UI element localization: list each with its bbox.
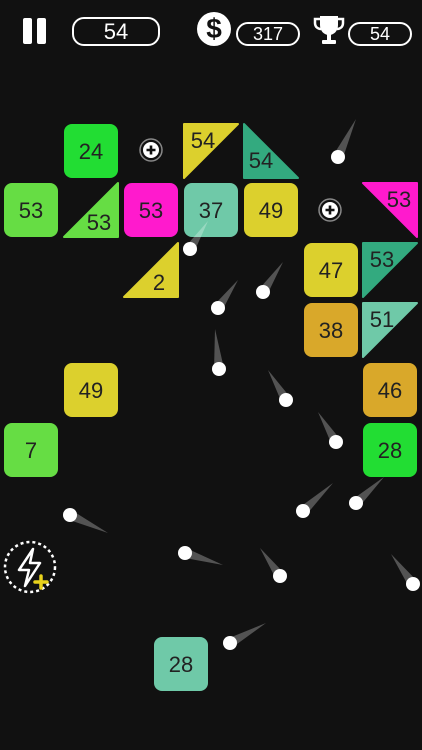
ball <box>223 623 266 650</box>
brick-hit-count: 47 <box>319 258 343 283</box>
brick-hit-count: 37 <box>199 198 223 223</box>
brick-hit-count: 53 <box>387 187 411 212</box>
ball <box>211 280 238 315</box>
brick: 51 <box>362 302 418 358</box>
brick: 7 <box>4 423 58 477</box>
ball <box>268 370 293 407</box>
ball <box>63 508 108 533</box>
brick: 54 <box>243 123 299 179</box>
ball <box>391 554 420 591</box>
brick: 53 <box>362 182 418 238</box>
brick-hit-count: 54 <box>249 148 273 173</box>
brick-hit-count: 38 <box>319 318 343 343</box>
brick-hit-count: 53 <box>139 198 163 223</box>
brick-hit-count: 24 <box>79 139 103 164</box>
dollar-coin-icon: $ <box>197 12 231 46</box>
brick-hit-count: 2 <box>153 270 165 295</box>
brick: 49 <box>64 363 118 417</box>
brick-hit-count: 7 <box>25 438 37 463</box>
ball <box>212 329 226 376</box>
brick: 53 <box>63 182 119 238</box>
brick: 38 <box>304 303 358 357</box>
brick: 28 <box>154 637 208 691</box>
brick-hit-count: 49 <box>79 378 103 403</box>
brick: 24 <box>64 124 118 178</box>
brick-hit-count: 49 <box>259 198 283 223</box>
brick: 53 <box>362 242 418 298</box>
lightning-powerup-icon[interactable] <box>3 540 57 594</box>
ball <box>331 119 356 164</box>
ball <box>256 262 283 299</box>
ball <box>296 483 333 518</box>
brick: 49 <box>244 183 298 237</box>
brick-hit-count: 51 <box>370 307 394 332</box>
brick-hit-count: 46 <box>378 378 402 403</box>
plus-ball-icon <box>318 198 342 222</box>
brick: 28 <box>363 423 417 477</box>
brick-hit-count: 53 <box>370 247 394 272</box>
best-score: 54 <box>348 22 412 46</box>
ball <box>349 477 384 510</box>
brick: 53 <box>124 183 178 237</box>
hud-bar: 54 $ 317 54 <box>0 0 422 60</box>
brick: 47 <box>304 243 358 297</box>
brick: 46 <box>363 363 417 417</box>
brick-hit-count: 53 <box>19 198 43 223</box>
ball <box>260 548 287 583</box>
brick-shape <box>123 242 179 298</box>
coin-count: 317 <box>236 22 300 46</box>
brick-hit-count: 53 <box>87 210 111 235</box>
ball <box>318 412 343 449</box>
brick-hit-count: 28 <box>169 652 193 677</box>
plus-ball-icon <box>139 138 163 162</box>
brick-hit-count: 28 <box>378 438 402 463</box>
pause-icon[interactable] <box>18 16 50 46</box>
game-field[interactable]: 24 54 54 53 53 53 37 49 53 2 47 53 38 51 49 46 7 28 28 <box>0 0 422 750</box>
brick: 37 <box>184 183 238 237</box>
trophy-icon <box>313 16 345 44</box>
brick: 2 <box>123 242 179 298</box>
current-level-score: 54 <box>72 17 160 46</box>
brick-hit-count: 54 <box>191 128 215 153</box>
ball <box>178 546 223 565</box>
brick: 54 <box>183 123 239 179</box>
brick: 53 <box>4 183 58 237</box>
